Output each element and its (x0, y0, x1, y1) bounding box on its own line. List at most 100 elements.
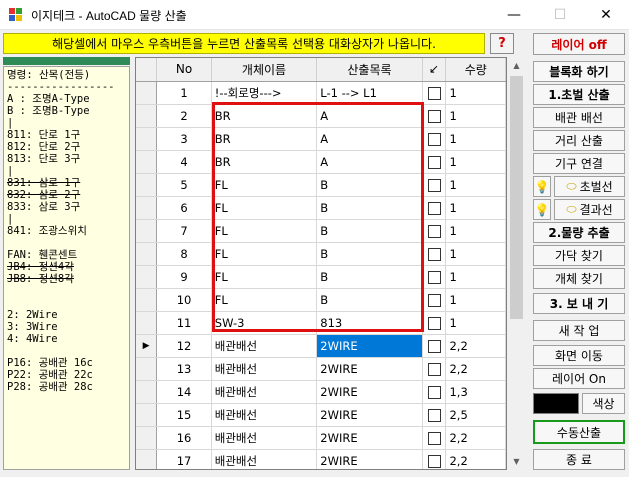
cell-check[interactable] (422, 242, 447, 266)
cell-no[interactable]: 7 (156, 219, 212, 243)
cell-quantity[interactable]: 1 (445, 288, 506, 312)
quantity-grid[interactable]: No 개체이름 산출목록 ↙ 수량 1 !--회로명---> L-1 --> L1 1… (135, 57, 507, 470)
bulb-on-icon[interactable]: 💡 (533, 176, 551, 197)
close-icon[interactable]: ✕ (583, 0, 629, 30)
row-header[interactable] (136, 219, 158, 243)
row-header[interactable] (136, 311, 158, 335)
scroll-thumb[interactable] (510, 76, 523, 319)
table-row[interactable]: 13 배관배선 2WIRE 2,2 (136, 357, 506, 381)
cell-no[interactable]: 10 (156, 288, 212, 312)
cell-no[interactable]: 8 (156, 242, 212, 266)
branch-find-button[interactable]: 가닥 찾기 (533, 245, 625, 266)
table-row[interactable]: 4 BR A 1 (136, 150, 506, 174)
row-header[interactable] (136, 265, 158, 289)
col-header-object-name[interactable]: 개체이름 (211, 58, 318, 82)
cell-object-name[interactable]: 배관배선 (211, 357, 318, 381)
cell-object-name[interactable]: 배관배선 (211, 380, 318, 404)
cell-object-name[interactable]: BR (211, 104, 318, 128)
row-checkbox[interactable] (427, 385, 441, 399)
maximize-icon[interactable]: ☐ (537, 0, 583, 30)
draft-line-button[interactable]: ⬭ 초벌선 (554, 176, 625, 197)
cell-no[interactable]: 6 (156, 196, 212, 220)
row-header[interactable] (136, 150, 158, 174)
cell-calc-item[interactable]: A (316, 127, 423, 151)
cell-quantity[interactable]: 1 (445, 81, 506, 105)
cell-check[interactable] (422, 288, 447, 312)
row-checkbox[interactable] (427, 316, 441, 330)
vertical-scrollbar[interactable]: ▲ ▼ (508, 57, 525, 470)
cell-no[interactable]: 11 (156, 311, 212, 335)
cell-calc-item[interactable]: B (316, 196, 423, 220)
minimize-icon[interactable]: — (491, 0, 537, 30)
cell-calc-item[interactable]: L-1 --> L1 (316, 81, 423, 105)
cell-no[interactable]: 15 (156, 403, 212, 427)
table-row[interactable]: 8 FL B 1 (136, 242, 506, 266)
cell-calc-item[interactable]: A (316, 104, 423, 128)
cell-no[interactable]: 4 (156, 150, 212, 174)
cell-calc-item[interactable]: B (316, 242, 423, 266)
cell-quantity[interactable]: 1 (445, 219, 506, 243)
row-header[interactable] (136, 288, 158, 312)
cell-quantity[interactable]: 2,2 (445, 357, 506, 381)
section2-extract-button[interactable]: 2.물량 추출 (533, 222, 625, 243)
row-header[interactable] (136, 81, 158, 105)
cell-check[interactable] (422, 311, 447, 335)
cell-calc-item[interactable]: B (316, 265, 423, 289)
color-swatch[interactable] (533, 393, 579, 414)
cell-quantity[interactable]: 1,3 (445, 380, 506, 404)
section1-draft-calc-button[interactable]: 1.초벌 산출 (533, 84, 625, 105)
cell-object-name[interactable]: 배관배선 (211, 426, 318, 450)
distance-calc-button[interactable]: 거리 산출 (533, 130, 625, 151)
cell-check[interactable] (422, 357, 447, 381)
cell-quantity[interactable]: 1 (445, 150, 506, 174)
row-header[interactable] (136, 403, 158, 427)
cell-check[interactable] (422, 104, 447, 128)
table-row[interactable]: 1 !--회로명---> L-1 --> L1 1 (136, 81, 506, 105)
cell-quantity[interactable]: 1 (445, 242, 506, 266)
scroll-up-icon[interactable]: ▲ (508, 57, 525, 74)
cell-calc-item[interactable]: 2WIRE (316, 403, 423, 427)
cell-object-name[interactable]: 배관배선 (211, 449, 318, 469)
cell-quantity[interactable]: 1 (445, 196, 506, 220)
row-checkbox[interactable] (427, 362, 441, 376)
row-checkbox[interactable] (427, 454, 441, 468)
row-header[interactable] (136, 357, 158, 381)
cell-check[interactable] (422, 219, 447, 243)
row-header[interactable] (136, 380, 158, 404)
color-button[interactable]: 색상 (582, 393, 625, 414)
cell-calc-item[interactable]: 2WIRE (316, 426, 423, 450)
cell-object-name[interactable]: FL (211, 265, 318, 289)
table-row[interactable]: 14 배관배선 2WIRE 1,3 (136, 380, 506, 404)
help-button[interactable]: ? (490, 33, 514, 54)
table-row[interactable]: 5 FL B 1 (136, 173, 506, 197)
layer-off-button[interactable]: 레이어 off (533, 33, 625, 55)
screen-move-button[interactable]: 화면 이동 (533, 345, 625, 366)
cell-no[interactable]: 13 (156, 357, 212, 381)
row-checkbox[interactable] (427, 86, 441, 100)
cell-check[interactable] (422, 265, 447, 289)
cell-check[interactable] (422, 196, 447, 220)
cell-object-name[interactable]: FL (211, 288, 318, 312)
exit-button[interactable]: 종 료 (533, 449, 625, 470)
cell-check[interactable] (422, 173, 447, 197)
cell-no[interactable]: 5 (156, 173, 212, 197)
cell-object-name[interactable]: FL (211, 219, 318, 243)
manual-calc-button[interactable]: 수동산출 (533, 420, 625, 444)
table-row[interactable]: 10 FL B 1 (136, 288, 506, 312)
table-row[interactable]: ▶ 12 배관배선 2WIRE 2,2 (136, 334, 506, 358)
cell-check[interactable] (422, 426, 447, 450)
row-checkbox[interactable] (427, 109, 441, 123)
cell-no[interactable]: 3 (156, 127, 212, 151)
cell-no[interactable]: 14 (156, 380, 212, 404)
cell-object-name[interactable]: BR (211, 150, 318, 174)
table-row[interactable]: 17 배관배선 2WIRE 2,2 (136, 449, 506, 469)
table-row[interactable]: 7 FL B 1 (136, 219, 506, 243)
bulb-off-icon[interactable]: 💡 (533, 199, 551, 220)
row-header[interactable]: ▶ (136, 334, 158, 358)
cell-object-name[interactable]: BR (211, 127, 318, 151)
pipe-wire-button[interactable]: 배관 배선 (533, 107, 625, 128)
row-header[interactable] (136, 196, 158, 220)
table-row[interactable]: 2 BR A 1 (136, 104, 506, 128)
row-checkbox[interactable] (427, 247, 441, 261)
cell-check[interactable] (422, 150, 447, 174)
